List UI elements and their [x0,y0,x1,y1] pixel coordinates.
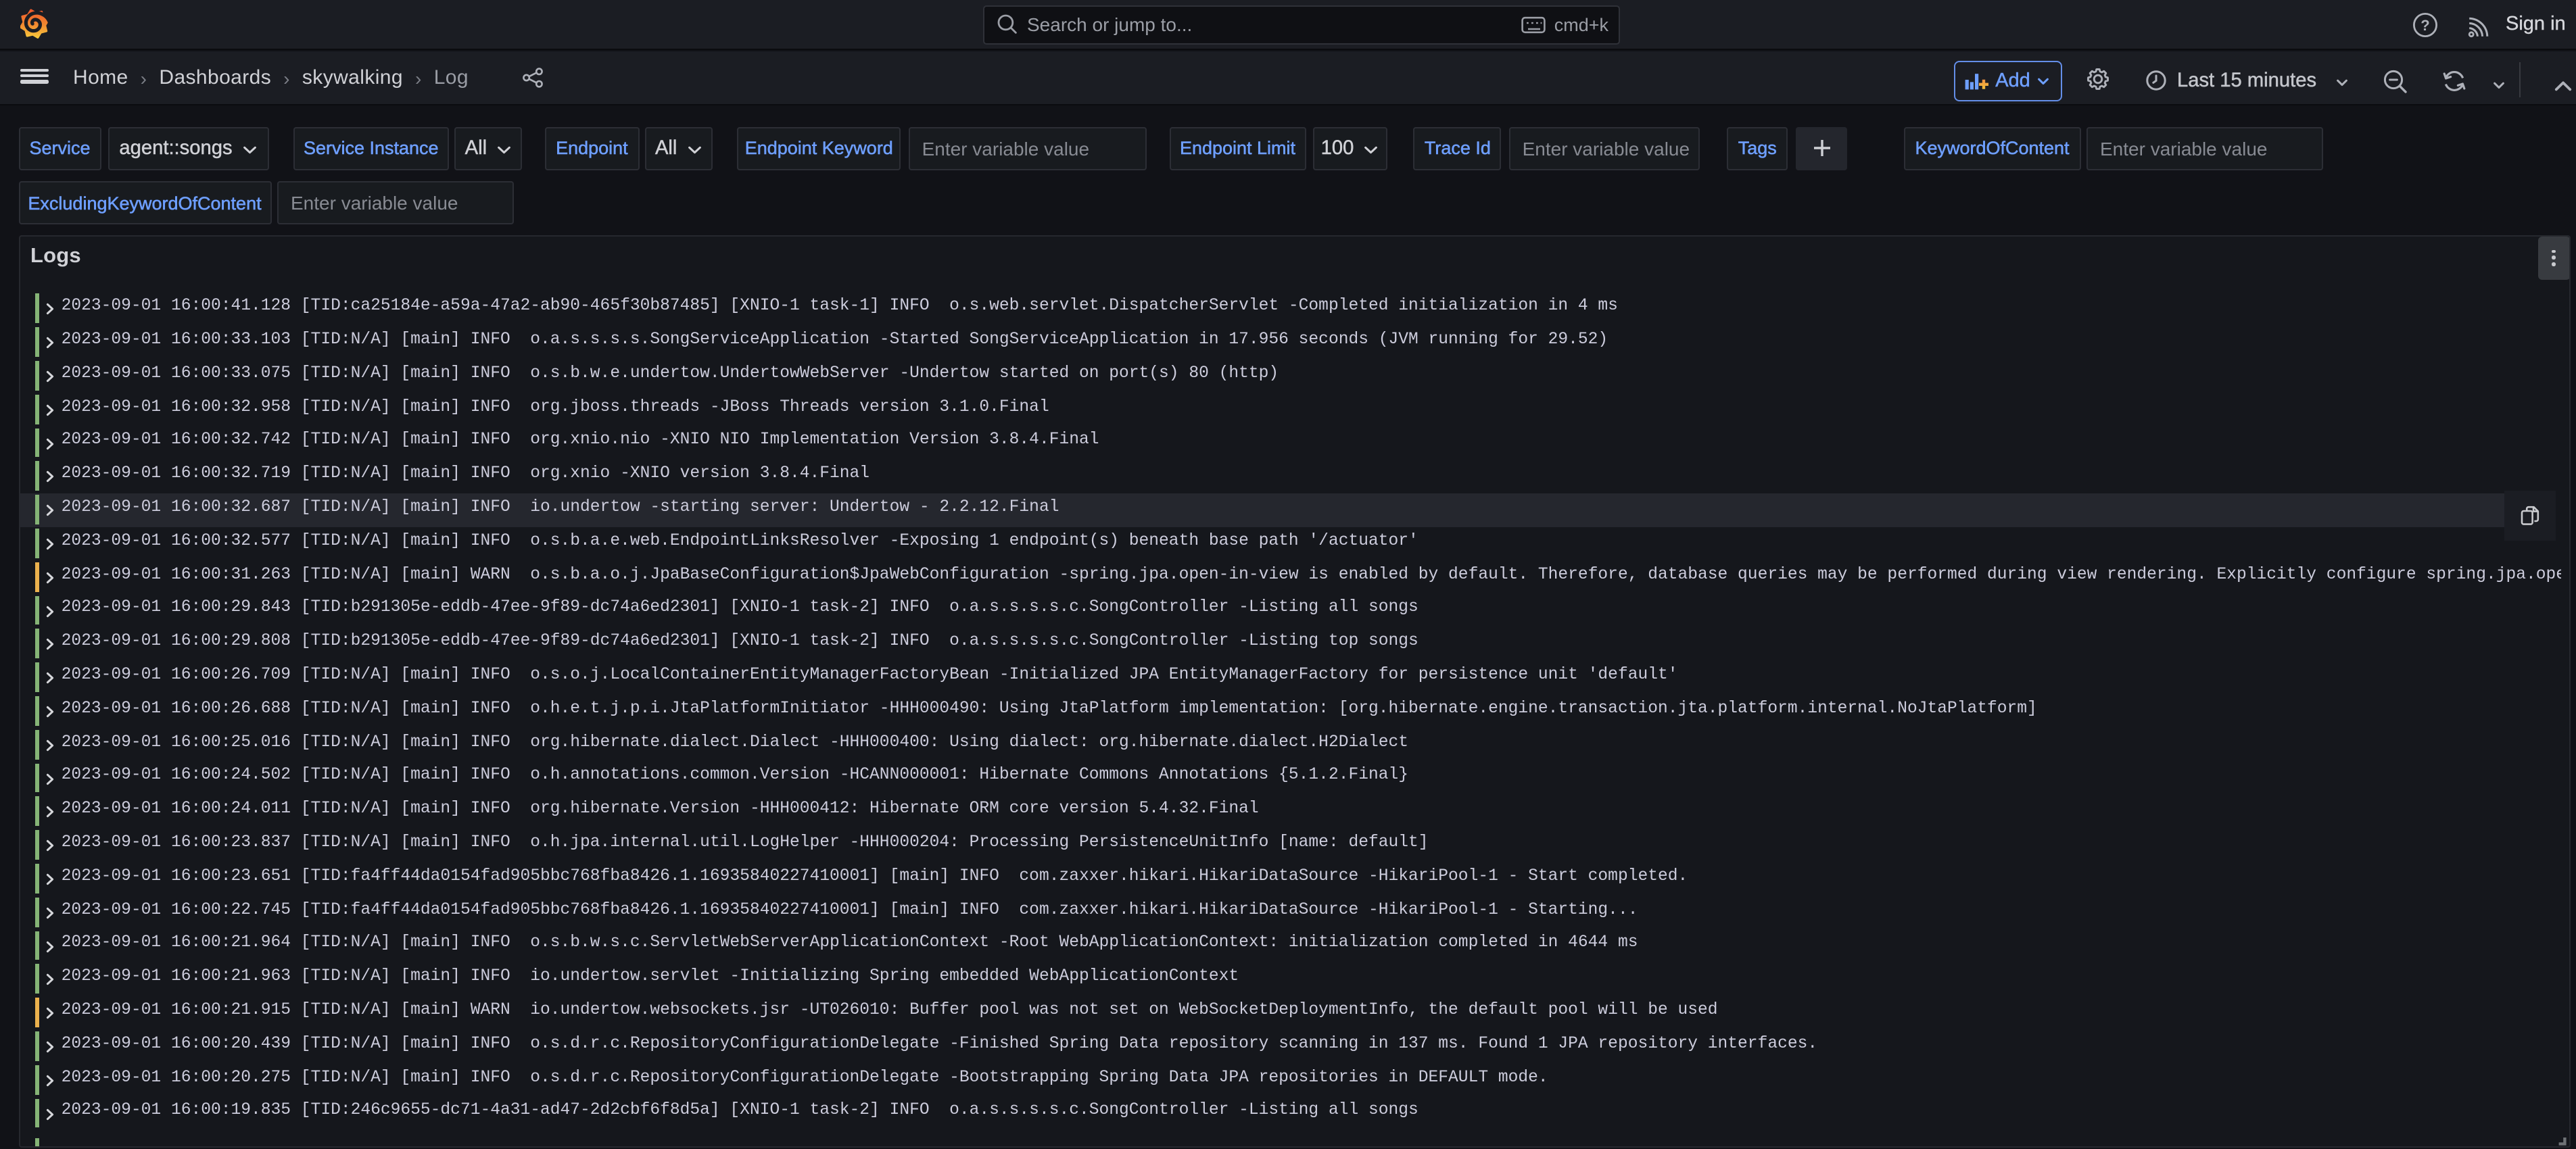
svg-text:?: ? [2420,17,2429,34]
